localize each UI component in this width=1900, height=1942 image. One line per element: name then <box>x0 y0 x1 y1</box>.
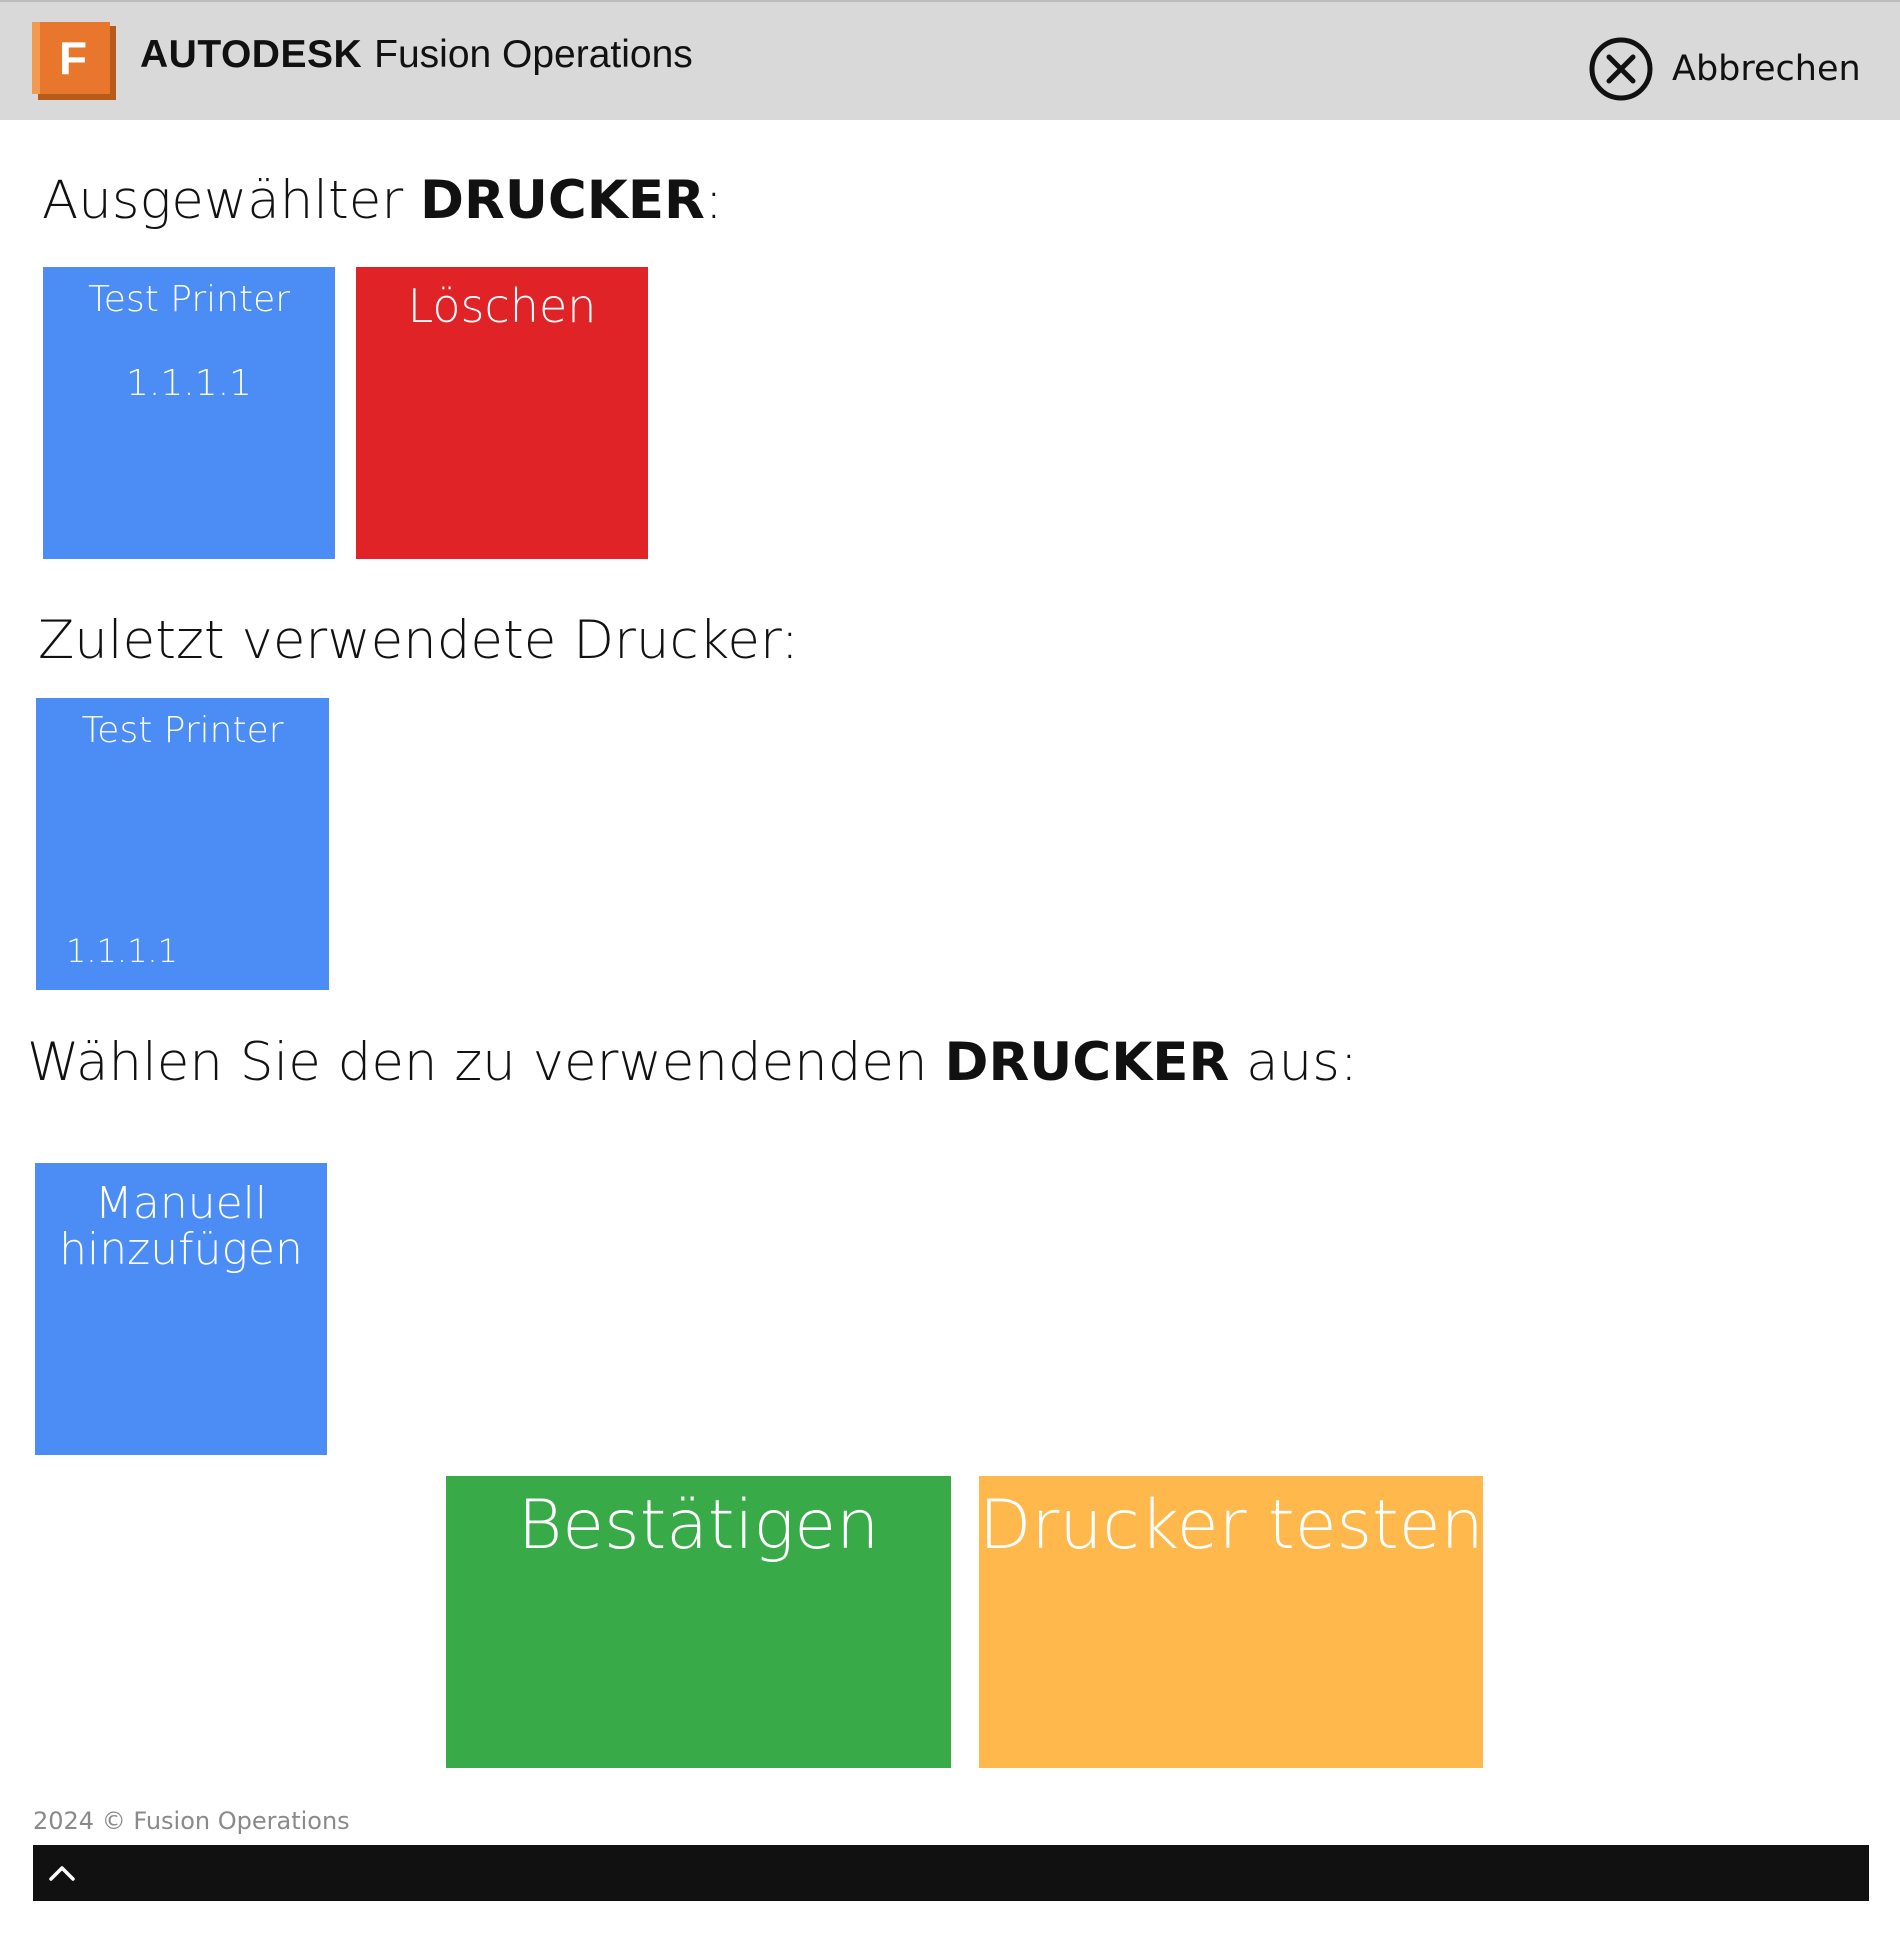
test-printer-button[interactable]: Drucker testen <box>979 1476 1484 1768</box>
logo-letter: F <box>59 32 87 84</box>
heading-text: Wählen Sie den zu verwendenden <box>27 1032 945 1093</box>
recent-printers-heading: Zuletzt verwendete Drucker: <box>38 610 799 671</box>
test-printer-label: Drucker testen <box>979 1486 1484 1565</box>
cancel-label: Abbrechen <box>1672 49 1861 89</box>
recent-printer-tile[interactable]: Test Printer 1.1.1.1 <box>36 698 329 990</box>
fusion-logo-icon: F <box>32 22 122 104</box>
printer-ip: 1.1.1.1 <box>126 363 252 404</box>
app-header: F AUTODESK Fusion Operations Abbrechen <box>0 0 1900 120</box>
delete-label: Löschen <box>407 279 597 333</box>
heading-suffix: aus: <box>1229 1032 1358 1093</box>
close-circle-icon <box>1589 37 1653 101</box>
heading-suffix: : <box>704 170 723 231</box>
add-manually-label: Manuell hinzufügen <box>35 1178 327 1276</box>
selected-printer-tile[interactable]: Test Printer 1.1.1.1 <box>43 267 335 559</box>
bottom-bar <box>33 1845 1869 1901</box>
copyright-text: 2024 © Fusion Operations <box>33 1807 350 1835</box>
add-manually-button[interactable]: Manuell hinzufügen <box>35 1163 327 1455</box>
selected-printer-heading: Ausgewählter DRUCKER: <box>42 170 723 231</box>
delete-button[interactable]: Löschen <box>356 267 648 559</box>
confirm-button[interactable]: Bestätigen <box>446 1476 951 1768</box>
heading-text: Ausgewählter <box>42 170 421 231</box>
confirm-label: Bestätigen <box>517 1486 880 1565</box>
printer-ip: 1.1.1.1 <box>66 932 178 970</box>
add-manually-line2: hinzufügen <box>59 1224 303 1276</box>
printer-name: Test Printer <box>81 710 284 751</box>
heading-emphasis: DRUCKER <box>420 170 705 231</box>
brand-product: Fusion Operations <box>374 33 693 76</box>
brand-company: AUTODESK <box>140 33 363 76</box>
choose-printer-heading: Wählen Sie den zu verwendenden DRUCKER a… <box>27 1032 1358 1093</box>
heading-emphasis: DRUCKER <box>944 1032 1230 1093</box>
printer-name: Test Printer <box>87 279 291 320</box>
cancel-button[interactable]: Abbrechen <box>1588 34 1861 104</box>
add-manually-line1: Manuell <box>94 1178 268 1229</box>
brand-name: AUTODESK Fusion Operations <box>140 30 693 80</box>
chevron-up-icon[interactable] <box>45 1859 79 1887</box>
